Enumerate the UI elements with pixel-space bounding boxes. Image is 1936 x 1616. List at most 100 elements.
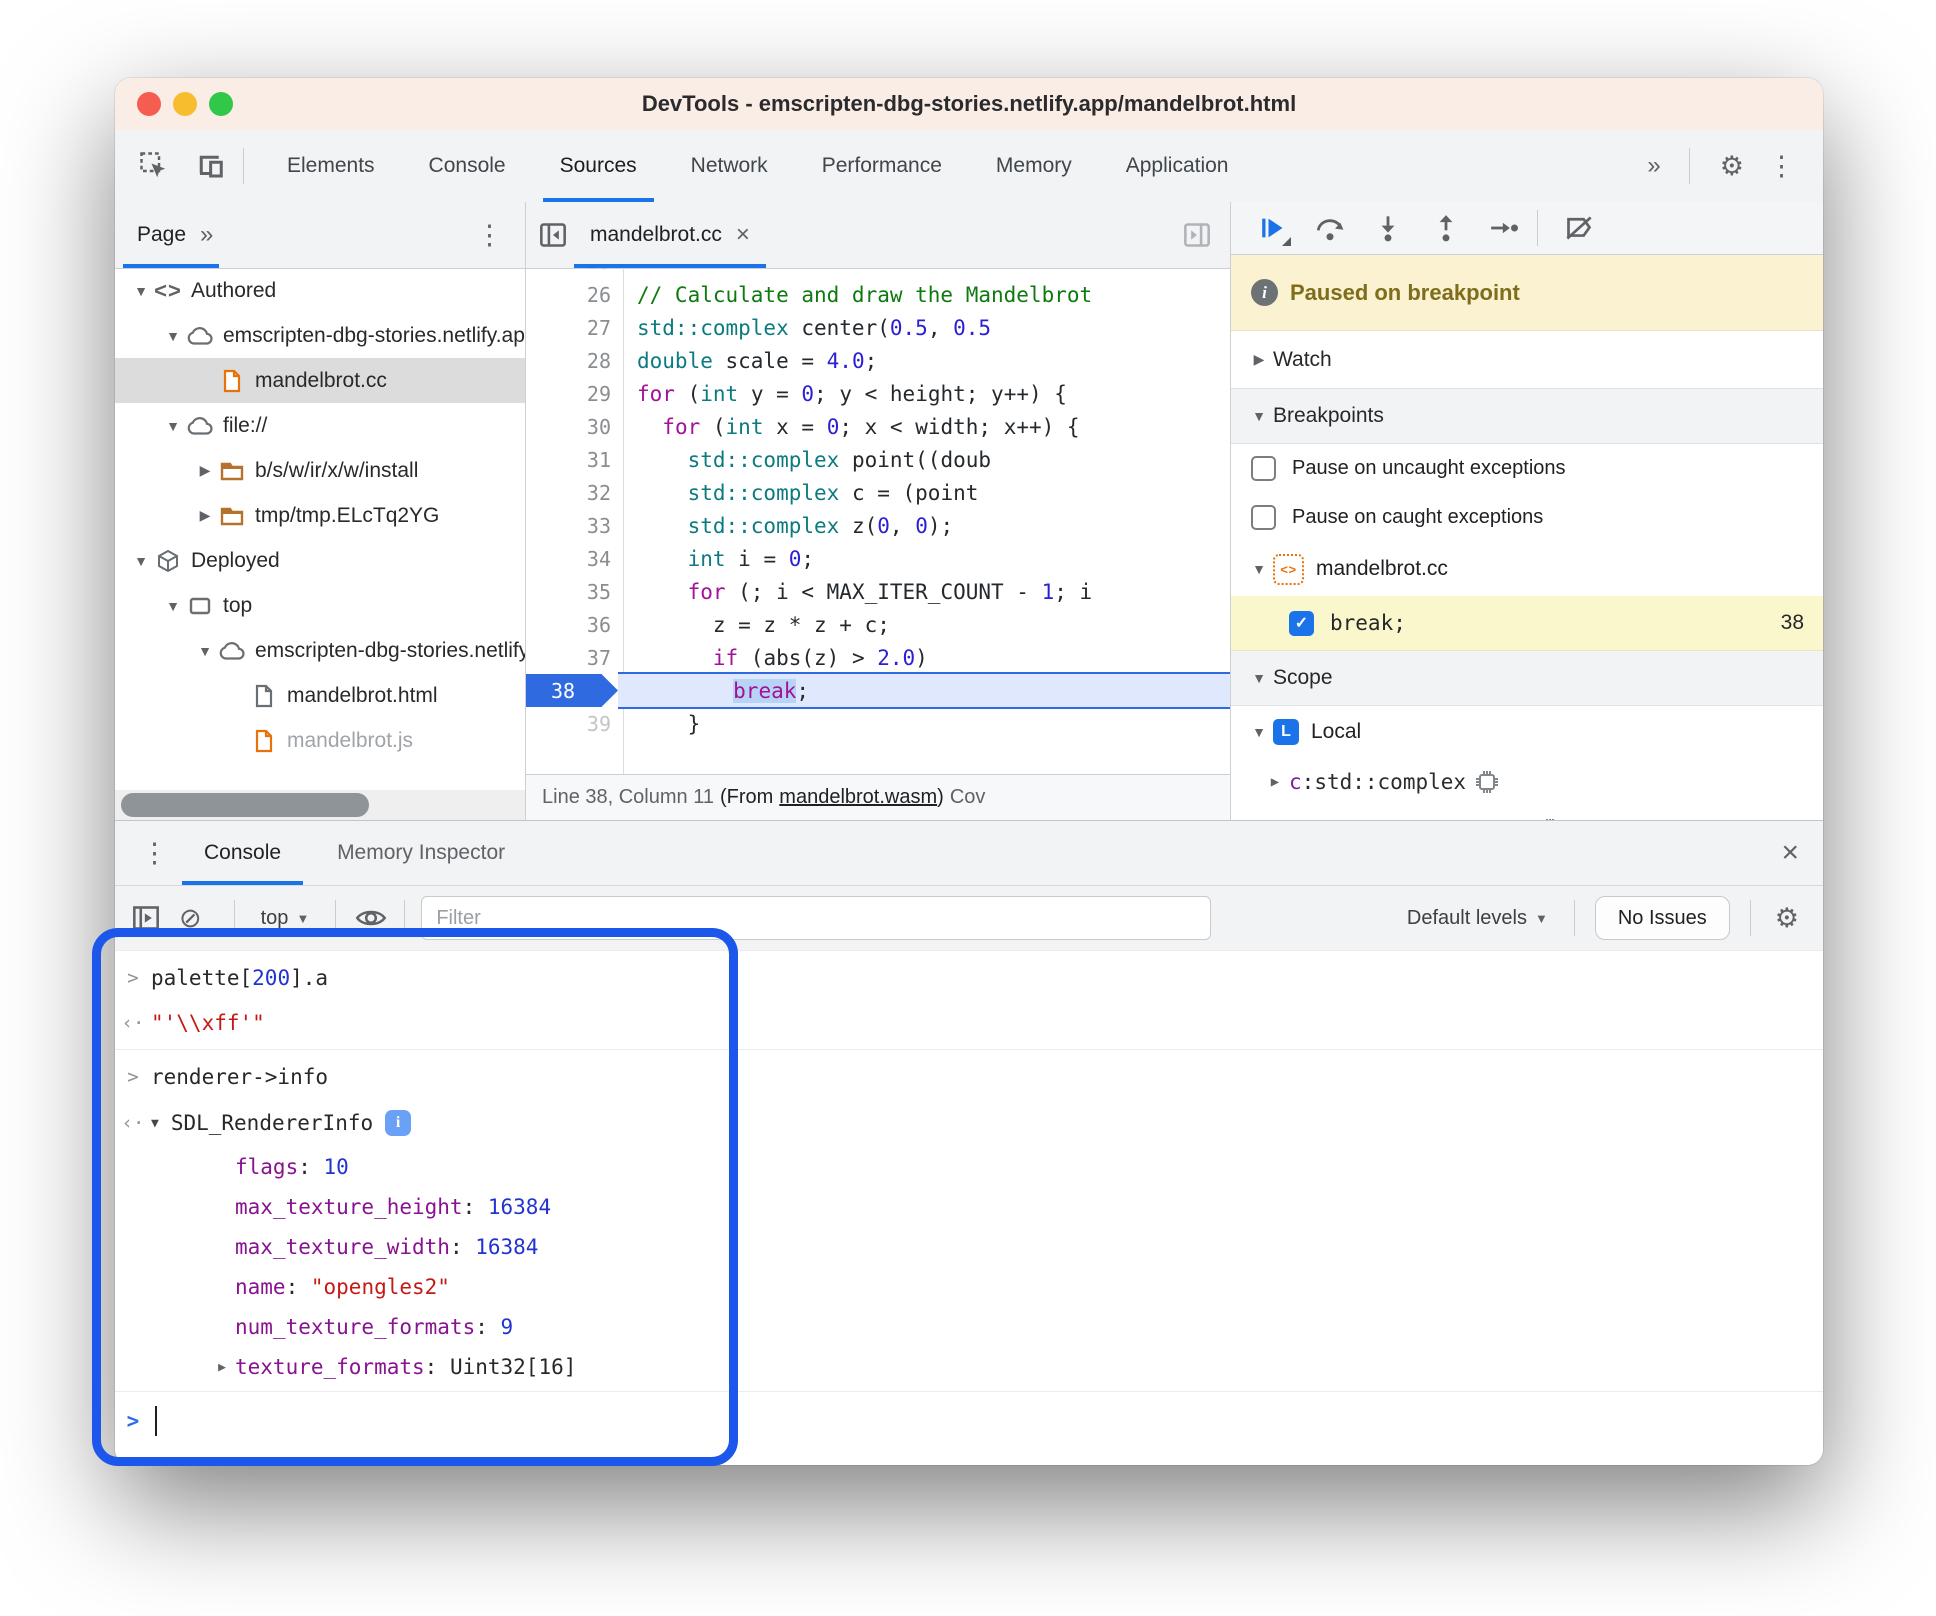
log-levels-selector[interactable]: Default levels bbox=[1407, 907, 1527, 930]
breakpoint-checkbox[interactable]: ✓ bbox=[1289, 610, 1314, 636]
breakpoint-entry-row[interactable]: ✓ break; 38 bbox=[1231, 596, 1823, 651]
context-selector[interactable]: top bbox=[261, 907, 289, 930]
line-number[interactable]: 39 bbox=[526, 707, 623, 740]
chevron-down-icon[interactable]: ▼ bbox=[159, 328, 187, 344]
device-toolbar-icon[interactable] bbox=[193, 149, 227, 183]
step-out-button[interactable] bbox=[1429, 213, 1463, 243]
console-sidebar-icon[interactable] bbox=[129, 901, 163, 935]
tree-item-emscripten-dbg-stories-netlify-app[interactable]: ▼ emscripten-dbg-stories.netlify.app bbox=[115, 628, 525, 673]
tree-item-mandelbrot-js[interactable]: mandelbrot.js bbox=[115, 718, 525, 763]
line-number[interactable]: 33 bbox=[526, 509, 623, 542]
horizontal-scrollbar-thumb[interactable] bbox=[121, 793, 369, 817]
tree-item-b-s-w-ir-x-w-install[interactable]: ▶ b/s/w/ir/x/w/install bbox=[115, 448, 525, 493]
line-number[interactable]: 36 bbox=[526, 608, 623, 641]
step-over-button[interactable] bbox=[1313, 213, 1347, 243]
tree-item-file-[interactable]: ▼ file:// bbox=[115, 403, 525, 448]
tree-item-authored[interactable]: ▼ <> Authored bbox=[115, 268, 525, 313]
console-output[interactable]: > palette[200].a ‹· "'\\xff'" > renderer->inf… bbox=[115, 950, 1823, 1465]
resume-script-button[interactable] bbox=[1255, 213, 1291, 246]
filter-input[interactable] bbox=[421, 896, 1212, 940]
more-tabs-icon[interactable]: » bbox=[1633, 152, 1672, 180]
chevron-down-icon[interactable]: ▼ bbox=[159, 598, 187, 614]
settings-gear-icon[interactable]: ⚙ bbox=[1706, 152, 1758, 180]
pause-exceptions-row[interactable]: Pause on caught exceptions bbox=[1231, 493, 1823, 542]
console-input-echo[interactable]: > renderer->info bbox=[115, 1054, 1823, 1099]
code-editor[interactable]: 2526 // Calculate and draw the Mandelbrot… bbox=[526, 268, 1230, 775]
toggle-debugger-sidebar-icon[interactable] bbox=[1180, 218, 1214, 252]
clear-console-icon[interactable]: ⊘ bbox=[163, 904, 218, 932]
deactivate-breakpoints-button[interactable] bbox=[1562, 213, 1596, 243]
drawer-tab-memory-inspector[interactable]: Memory Inspector bbox=[309, 821, 533, 885]
checkbox-unchecked[interactable] bbox=[1251, 456, 1276, 481]
line-number[interactable]: 35 bbox=[526, 575, 623, 608]
tab-application[interactable]: Application bbox=[1099, 130, 1256, 202]
tab-elements[interactable]: Elements bbox=[260, 130, 402, 202]
breakpoints-section-header[interactable]: ▼ Breakpoints bbox=[1231, 389, 1823, 444]
no-issues-button[interactable]: No Issues bbox=[1594, 896, 1730, 940]
wasm-source-link[interactable]: mandelbrot.wasm bbox=[779, 786, 937, 809]
chevron-down-icon[interactable]: ▼ bbox=[127, 283, 155, 299]
tree-item-mandelbrot-cc[interactable]: mandelbrot.cc bbox=[115, 358, 525, 403]
line-number[interactable]: 28 bbox=[526, 344, 623, 377]
console-settings-gear-icon[interactable]: ⚙ bbox=[1767, 904, 1807, 932]
tree-item-deployed[interactable]: ▼ Deployed bbox=[115, 538, 525, 583]
tab-console[interactable]: Console bbox=[402, 130, 533, 202]
chevron-right-icon[interactable]: ▶ bbox=[1261, 774, 1289, 790]
scope-section-header[interactable]: ▼ Scope bbox=[1231, 651, 1823, 706]
line-number[interactable]: 31 bbox=[526, 443, 623, 476]
step-into-button[interactable] bbox=[1371, 213, 1405, 243]
tab-memory[interactable]: Memory bbox=[969, 130, 1099, 202]
tree-item-tmp-tmp-elctq2yg[interactable]: ▶ tmp/tmp.ELcTq2YG bbox=[115, 493, 525, 538]
console-property-row[interactable]: max_texture_height: 16384 bbox=[115, 1187, 1823, 1227]
tree-item-mandelbrot-html[interactable]: mandelbrot.html bbox=[115, 673, 525, 718]
step-button[interactable] bbox=[1487, 213, 1521, 243]
line-number[interactable]: 25 bbox=[526, 268, 623, 278]
tab-performance[interactable]: Performance bbox=[795, 130, 969, 202]
line-number[interactable]: 27 bbox=[526, 311, 623, 344]
tree-item-emscripten-dbg-stories-netlify-app[interactable]: ▼ emscripten-dbg-stories.netlify.app bbox=[115, 313, 525, 358]
inspect-element-icon[interactable] bbox=[137, 149, 171, 183]
line-number[interactable]: 34 bbox=[526, 542, 623, 575]
drawer-menu-icon[interactable]: ⋮ bbox=[141, 839, 168, 867]
console-property-row[interactable]: flags: 10 bbox=[115, 1147, 1823, 1187]
console-prompt[interactable]: > bbox=[115, 1396, 1823, 1446]
line-number[interactable]: 29 bbox=[526, 377, 623, 410]
customize-menu-icon[interactable]: ⋮ bbox=[1758, 152, 1805, 180]
console-property-row[interactable]: max_texture_width: 16384 bbox=[115, 1227, 1823, 1267]
editor-tab[interactable]: mandelbrot.cc × bbox=[570, 202, 770, 268]
checkbox-unchecked[interactable] bbox=[1251, 505, 1276, 530]
console-property-row[interactable]: num_texture_formats: 9 bbox=[115, 1307, 1823, 1347]
chevron-down-icon[interactable]: ▼ bbox=[151, 1116, 159, 1131]
chevron-right-icon[interactable]: ▶ bbox=[191, 507, 219, 524]
console-property-row[interactable]: ▶ texture_formats: Uint32[16] bbox=[115, 1347, 1823, 1387]
memory-chip-icon[interactable] bbox=[1474, 769, 1500, 795]
more-nav-tabs-icon[interactable]: » bbox=[186, 221, 225, 249]
chevron-down-icon[interactable]: ▼ bbox=[127, 553, 155, 569]
tab-page[interactable]: Page bbox=[137, 223, 186, 247]
scope-variable-row[interactable]: ▶ c: std::complex bbox=[1231, 758, 1823, 806]
watch-section-header[interactable]: ▶ Watch bbox=[1231, 331, 1823, 389]
chevron-down-icon[interactable]: ▼ bbox=[159, 418, 187, 434]
info-badge-icon[interactable]: i bbox=[385, 1110, 412, 1136]
line-number[interactable]: 38 bbox=[526, 674, 618, 707]
close-tab-icon[interactable]: × bbox=[736, 221, 750, 249]
console-result[interactable]: ‹· "'\\xff'" bbox=[115, 1000, 1823, 1045]
close-drawer-icon[interactable]: × bbox=[1781, 836, 1799, 870]
line-number[interactable]: 30 bbox=[526, 410, 623, 443]
console-property-row[interactable]: name: "opengles2" bbox=[115, 1267, 1823, 1307]
breakpoint-file-row[interactable]: ▼ <> mandelbrot.cc bbox=[1231, 542, 1823, 596]
chevron-right-icon[interactable]: ▶ bbox=[209, 1360, 235, 1375]
tree-item-top[interactable]: ▼ top bbox=[115, 583, 525, 628]
drawer-tab-console[interactable]: Console bbox=[176, 821, 309, 885]
pause-exceptions-row[interactable]: Pause on uncaught exceptions bbox=[1231, 444, 1823, 493]
chevron-down-icon[interactable]: ▼ bbox=[191, 643, 219, 659]
tab-sources[interactable]: Sources bbox=[533, 130, 664, 202]
chevron-right-icon[interactable]: ▶ bbox=[191, 462, 219, 479]
console-object-row[interactable]: ‹· ▼ SDL_RendererInfo i bbox=[115, 1099, 1823, 1147]
line-number[interactable]: 32 bbox=[526, 476, 623, 509]
toggle-navigator-icon[interactable] bbox=[536, 218, 570, 252]
tab-network[interactable]: Network bbox=[664, 130, 795, 202]
line-number[interactable]: 26 bbox=[526, 278, 623, 311]
live-expression-eye-icon[interactable] bbox=[354, 901, 388, 935]
navigator-menu-icon[interactable]: ⋮ bbox=[476, 221, 503, 249]
